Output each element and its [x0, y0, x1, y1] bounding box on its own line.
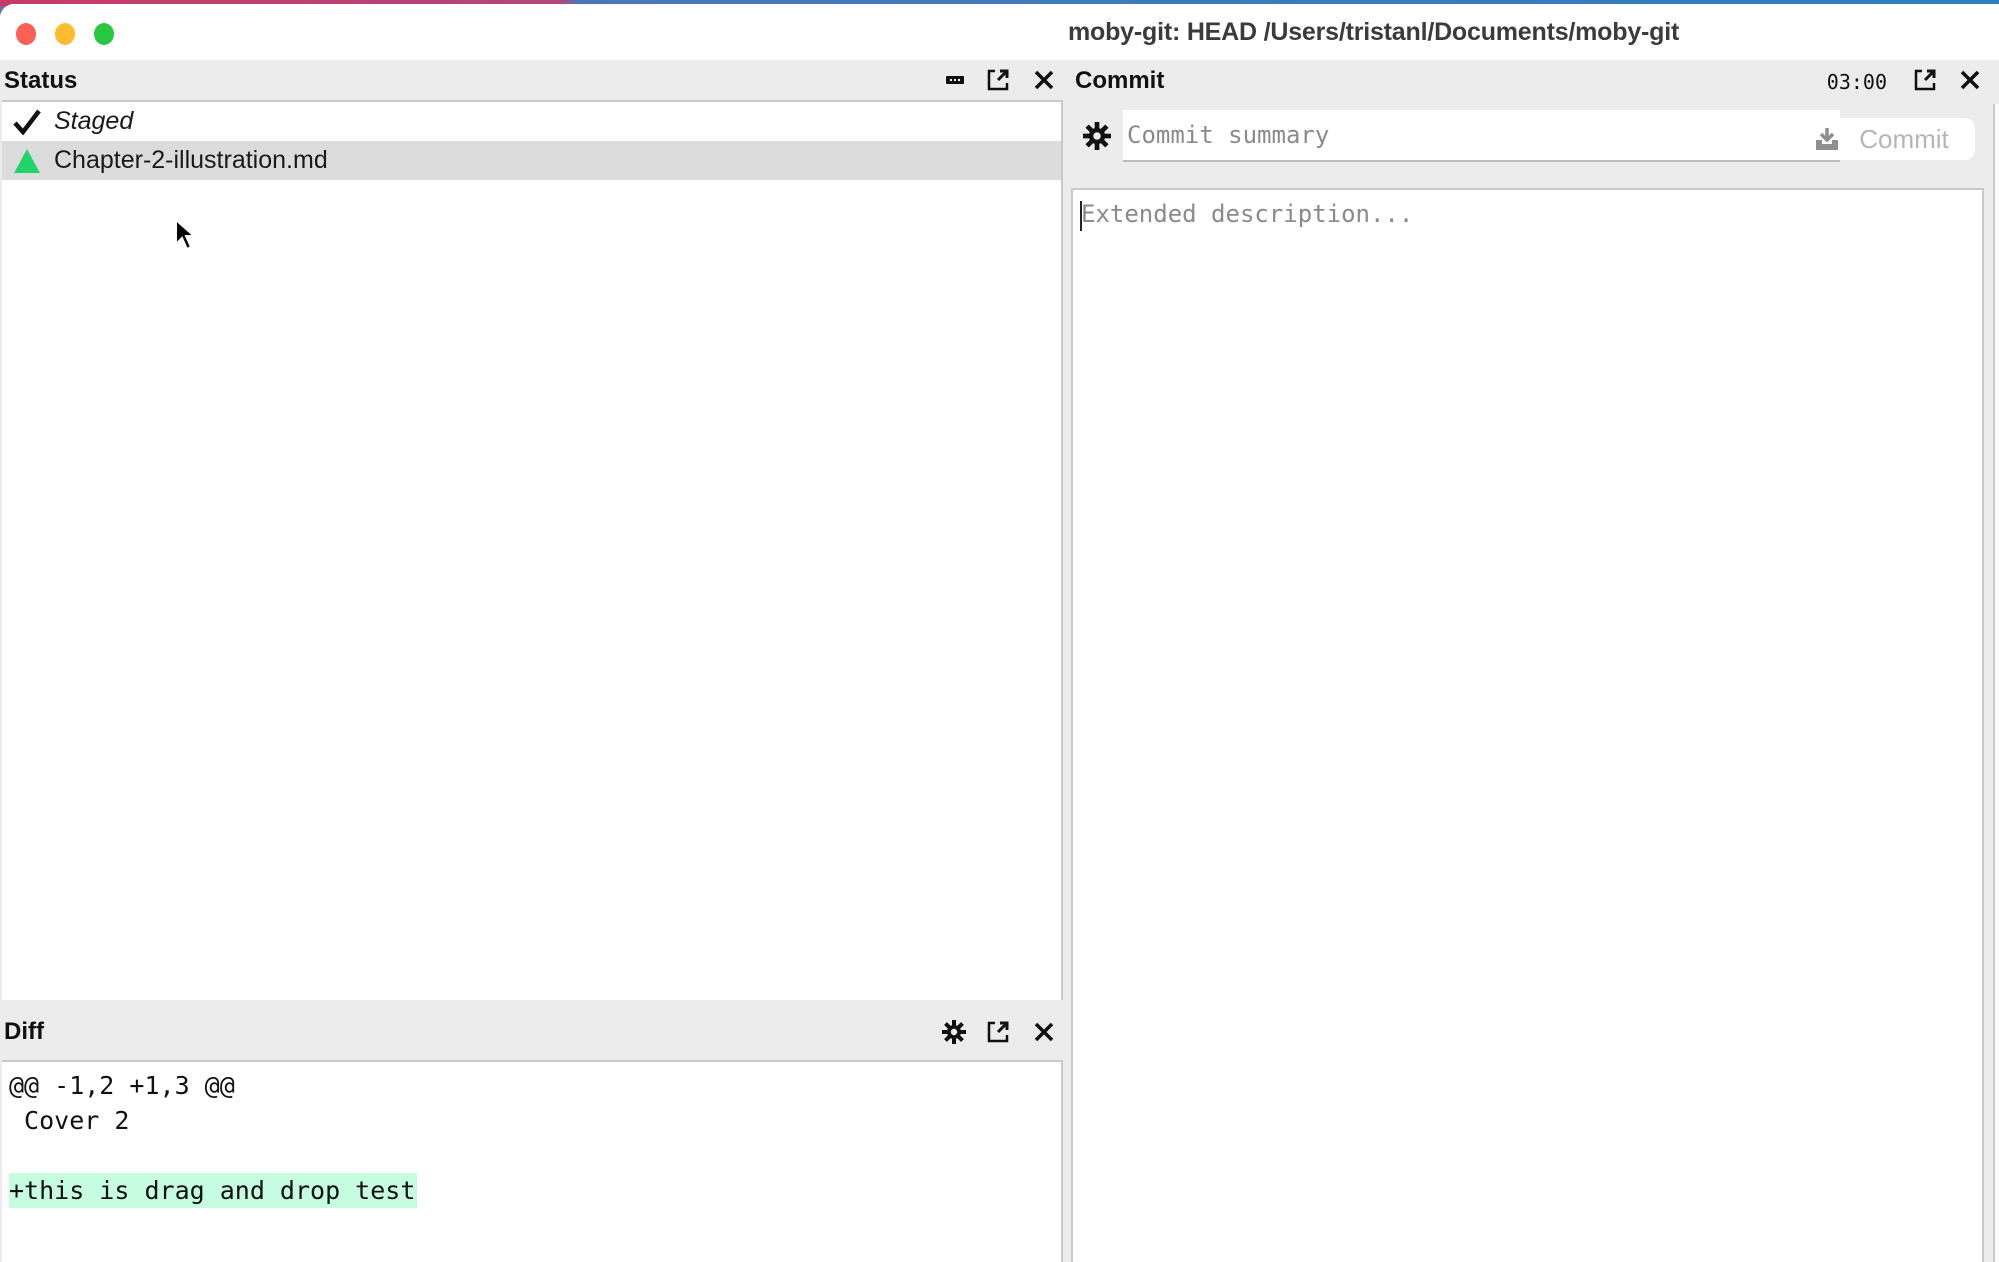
close-icon: [1960, 70, 1980, 90]
tree-file-label: Chapter-2-illustration.md: [54, 146, 328, 174]
diff-added-line: +this is drag and drop test: [9, 1173, 418, 1208]
commit-timer: 03:00: [1826, 70, 1887, 94]
window-title: moby-git: HEAD /Users/tristanl/Documents…: [1068, 18, 1680, 46]
tree-file-item[interactable]: Chapter-2-illustration.md: [2, 141, 1061, 180]
commit-options-button[interactable]: [1081, 120, 1113, 152]
window-zoom-button[interactable]: [94, 23, 114, 45]
close-icon: [1034, 1022, 1054, 1042]
mouse-pointer-icon: [175, 218, 197, 251]
window-close-button[interactable]: [16, 23, 36, 45]
popout-icon: [987, 1021, 1009, 1043]
diff-settings-button[interactable]: [940, 1018, 968, 1046]
gear-icon: [942, 1020, 966, 1044]
diff-hunk-header: @@ -1,2 +1,3 @@: [9, 1071, 235, 1100]
commit-button-label: Commit: [1859, 123, 1949, 154]
gear-icon: [1083, 122, 1111, 150]
diff-panel-header: Diff: [0, 1004, 1063, 1060]
checkmark-icon: [12, 107, 42, 137]
tree-group-label: Staged: [54, 107, 134, 135]
commit-close-button[interactable]: [1956, 66, 1984, 94]
commit-popout-button[interactable]: [1911, 66, 1939, 94]
close-icon: [1034, 70, 1054, 90]
popout-icon: [987, 69, 1009, 91]
status-panel: Status Staged Chapter-2-illustration.md: [0, 60, 1063, 1000]
status-close-button[interactable]: [1030, 66, 1058, 94]
diff-panel: Diff @@ -1,2 +1,3 @@ Cover 2 +this is dr…: [0, 1004, 1063, 1262]
title-bar: moby-git: HEAD /Users/tristanl/Documents…: [0, 4, 1999, 60]
diff-popout-button[interactable]: [984, 1018, 1012, 1046]
popout-icon: [1914, 69, 1936, 91]
tree-group-staged[interactable]: Staged: [2, 102, 1061, 141]
added-triangle-icon: [12, 146, 42, 176]
app-window: moby-git: HEAD /Users/tristanl/Documents…: [0, 4, 1999, 1262]
minimize-icon: [946, 76, 964, 84]
status-panel-title: Status: [4, 67, 78, 94]
diff-view[interactable]: @@ -1,2 +1,3 @@ Cover 2 +this is drag an…: [2, 1060, 1063, 1262]
commit-description-textarea[interactable]: [1071, 188, 1984, 1262]
commit-panel: Commit 03:00: [1063, 60, 1999, 1262]
diff-panel-title: Diff: [4, 1018, 44, 1045]
commit-panel-title: Commit: [1075, 67, 1165, 94]
status-popout-button[interactable]: [984, 66, 1012, 94]
diff-context-line: Cover 2: [9, 1106, 130, 1135]
commit-summary-input[interactable]: [1123, 110, 1840, 162]
commit-button[interactable]: Commit: [1789, 118, 1975, 160]
window-minimize-button[interactable]: [55, 23, 75, 45]
status-file-tree: Staged Chapter-2-illustration.md: [2, 100, 1063, 1000]
diff-close-button[interactable]: [1030, 1018, 1058, 1046]
status-panel-header: Status: [0, 60, 1063, 100]
commit-panel-header: Commit 03:00: [1063, 60, 1999, 100]
status-minimize-button[interactable]: [941, 66, 969, 94]
download-tray-icon: [1816, 128, 1839, 150]
text-caret: [1080, 201, 1082, 231]
right-panel-edge: [1993, 104, 1999, 1262]
